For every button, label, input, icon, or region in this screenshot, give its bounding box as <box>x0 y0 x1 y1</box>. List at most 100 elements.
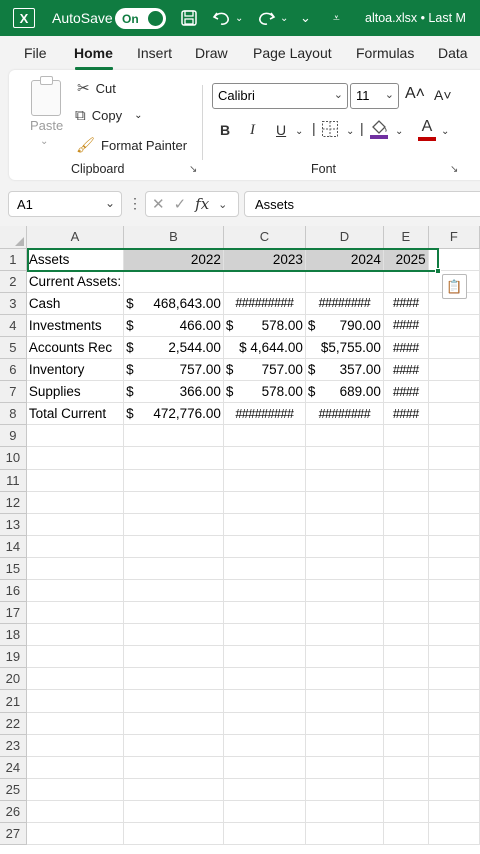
borders-button[interactable] <box>321 120 339 141</box>
cell-c[interactable] <box>223 535 306 558</box>
font-name-select[interactable]: Calibri ⌄ <box>212 83 348 109</box>
cell-b[interactable] <box>123 491 224 514</box>
enter-icon[interactable]: ✓ <box>174 195 187 213</box>
cell-d[interactable]: $357.00 <box>305 358 384 382</box>
cell-d[interactable] <box>305 579 384 603</box>
cell-f[interactable] <box>428 579 480 603</box>
column-header-a[interactable]: A <box>26 226 125 249</box>
cell-e[interactable]: 2025 <box>383 248 429 271</box>
cell-a[interactable]: Cash <box>26 292 125 315</box>
cell-b[interactable] <box>123 756 224 779</box>
cell-d[interactable] <box>305 270 384 293</box>
select-all-button[interactable] <box>0 226 27 249</box>
cell-f[interactable] <box>428 822 480 846</box>
row-header[interactable]: 6 <box>0 358 27 382</box>
cell-f[interactable] <box>428 491 480 514</box>
cell-f[interactable] <box>428 756 480 779</box>
cell-e[interactable] <box>383 424 429 448</box>
cell-f[interactable] <box>428 689 480 713</box>
cell-b[interactable]: $2,544.00 <box>123 336 224 360</box>
cell-d[interactable]: $689.00 <box>305 380 384 404</box>
cell-f[interactable] <box>428 623 480 647</box>
cell-b[interactable] <box>123 667 224 691</box>
cell-d[interactable] <box>305 734 384 757</box>
cell-d[interactable]: ######## <box>305 292 384 315</box>
row-header[interactable]: 15 <box>0 557 27 581</box>
cell-b[interactable] <box>123 822 224 846</box>
copy-button[interactable]: ⧉ Copy ⌄ <box>75 107 142 124</box>
row-header[interactable]: 8 <box>0 402 27 426</box>
row-header[interactable]: 13 <box>0 513 27 536</box>
cell-c[interactable]: $ 4,644.00 <box>223 336 306 360</box>
cell-d[interactable] <box>305 800 384 824</box>
cell-b[interactable] <box>123 623 224 647</box>
cell-c[interactable] <box>223 689 306 713</box>
paste-button[interactable]: Paste <box>30 118 63 133</box>
cell-e[interactable] <box>383 778 429 801</box>
cell-d[interactable]: $790.00 <box>305 314 384 337</box>
fill-color-button[interactable] <box>369 118 389 143</box>
cell-a[interactable] <box>26 424 125 448</box>
cell-b[interactable] <box>123 270 224 293</box>
cell-a[interactable] <box>26 734 125 757</box>
cell-d[interactable] <box>305 667 384 691</box>
cell-d[interactable] <box>305 424 384 448</box>
redo-icon[interactable] <box>256 0 276 36</box>
fill-color-dropdown-icon[interactable]: ⌄ <box>395 126 403 137</box>
cell-c[interactable] <box>223 579 306 603</box>
cell-c[interactable] <box>223 667 306 691</box>
cell-b[interactable] <box>123 446 224 470</box>
cell-c[interactable] <box>223 469 306 492</box>
cell-a[interactable] <box>26 491 125 514</box>
row-header[interactable]: 12 <box>0 491 27 514</box>
cell-d[interactable]: ######## <box>305 402 384 426</box>
column-header-c[interactable]: C <box>223 226 306 249</box>
more-options-icon[interactable]: ⋮ <box>128 195 142 212</box>
cell-b[interactable]: 2022 <box>123 248 224 271</box>
underline-button[interactable]: U <box>276 122 286 138</box>
cell-e[interactable] <box>383 712 429 735</box>
cell-a[interactable]: Supplies <box>26 380 125 404</box>
cell-a[interactable] <box>26 689 125 713</box>
cell-c[interactable] <box>223 623 306 647</box>
cell-a[interactable]: Assets <box>26 248 125 271</box>
cell-f[interactable] <box>428 424 480 448</box>
cell-d[interactable]: 2024 <box>305 248 384 271</box>
cell-d[interactable] <box>305 712 384 735</box>
row-header[interactable]: 23 <box>0 734 27 757</box>
cell-b[interactable]: $757.00 <box>123 358 224 382</box>
cell-a[interactable] <box>26 800 125 824</box>
cell-c[interactable] <box>223 734 306 757</box>
cell-f[interactable] <box>428 358 480 382</box>
formula-input[interactable]: Assets <box>244 191 480 217</box>
row-header[interactable]: 11 <box>0 469 27 492</box>
cell-b[interactable] <box>123 800 224 824</box>
column-header-f[interactable]: F <box>428 226 480 249</box>
row-header[interactable]: 16 <box>0 579 27 603</box>
name-box[interactable]: A1 ⌄ <box>8 191 122 217</box>
row-header[interactable]: 24 <box>0 756 27 779</box>
row-header[interactable]: 14 <box>0 535 27 558</box>
more-commands-icon[interactable]: ⌄ <box>300 0 311 36</box>
cell-a[interactable]: Total Current <box>26 402 125 426</box>
cell-b[interactable] <box>123 645 224 669</box>
cell-a[interactable] <box>26 822 125 846</box>
cell-a[interactable] <box>26 469 125 492</box>
cell-f[interactable] <box>428 535 480 558</box>
cell-c[interactable]: $578.00 <box>223 380 306 404</box>
cell-e[interactable] <box>383 822 429 846</box>
underline-dropdown-icon[interactable]: ⌄ <box>295 126 303 137</box>
font-color-dropdown-icon[interactable]: ⌄ <box>441 126 449 137</box>
cell-a[interactable] <box>26 778 125 801</box>
cell-d[interactable] <box>305 601 384 625</box>
row-header[interactable]: 19 <box>0 645 27 669</box>
row-header[interactable]: 9 <box>0 424 27 448</box>
copy-dropdown-icon[interactable]: ⌄ <box>134 110 142 121</box>
cell-f[interactable] <box>428 336 480 360</box>
row-header[interactable]: 20 <box>0 667 27 691</box>
cell-c[interactable] <box>223 800 306 824</box>
cell-d[interactable] <box>305 491 384 514</box>
cell-b[interactable] <box>123 778 224 801</box>
paste-dropdown-icon[interactable]: ⌄ <box>40 136 48 147</box>
tab-formulas[interactable]: Formulas <box>356 45 414 61</box>
